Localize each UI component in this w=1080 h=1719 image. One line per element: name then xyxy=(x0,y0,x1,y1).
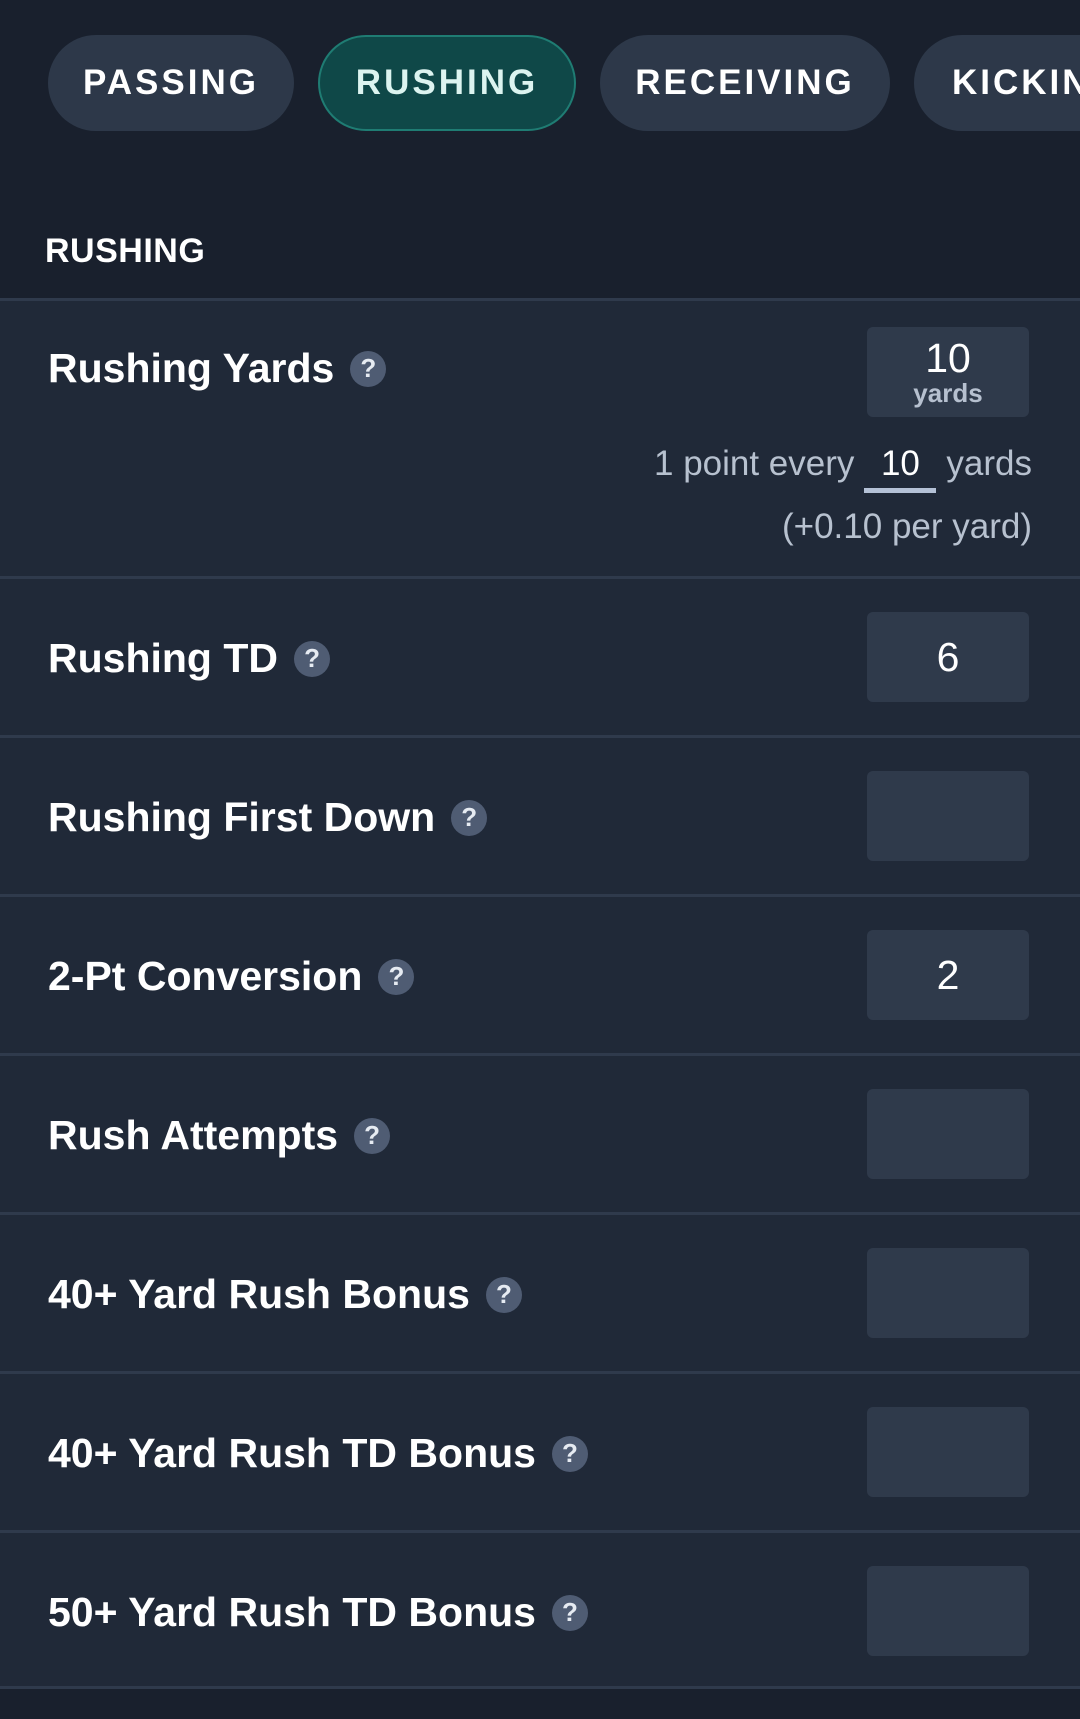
setting-label-text: 50+ Yard Rush TD Bonus xyxy=(48,1589,536,1635)
setting-row-50-yard-rush-td-bonus: 50+ Yard Rush TD Bonus ? xyxy=(0,1530,1080,1686)
points-rate-line: 1 point every 10 yards xyxy=(654,444,1032,493)
question-mark-icon[interactable]: ? xyxy=(354,1117,391,1154)
setting-row-rushing-first-down: Rushing First Down ? xyxy=(0,735,1080,894)
rushing-td-input[interactable]: 6 xyxy=(867,612,1029,702)
question-mark-icon[interactable]: ? xyxy=(378,958,415,995)
divider xyxy=(0,1686,1080,1689)
rate-prefix: 1 point every xyxy=(654,444,855,483)
40-yard-rush-bonus-input[interactable] xyxy=(867,1248,1029,1338)
setting-label-text: 40+ Yard Rush TD Bonus xyxy=(48,1430,536,1476)
question-mark-icon[interactable]: ? xyxy=(551,1435,588,1472)
setting-row-40-yard-rush-bonus: 40+ Yard Rush Bonus ? xyxy=(0,1212,1080,1371)
question-mark-icon[interactable]: ? xyxy=(485,1276,522,1313)
setting-row-rushing-td: Rushing TD ? 6 xyxy=(0,576,1080,735)
setting-label-text: 2-Pt Conversion xyxy=(48,953,363,999)
question-mark-icon[interactable]: ? xyxy=(350,350,387,387)
setting-row-rush-attempts: Rush Attempts ? xyxy=(0,1053,1080,1212)
per-yard-note: (+0.10 per yard) xyxy=(782,507,1032,546)
setting-label-text: Rushing TD xyxy=(48,635,279,681)
setting-label-rushing-yards: Rushing Yards ? xyxy=(48,345,387,392)
setting-label-50-yard-rush-td-bonus: 50+ Yard Rush TD Bonus ? xyxy=(48,1589,588,1636)
section-title: RUSHING xyxy=(45,232,206,270)
tab-receiving[interactable]: RECEIVING xyxy=(600,35,890,131)
setting-label-text: Rushing First Down xyxy=(48,794,436,840)
setting-label-text: Rush Attempts xyxy=(48,1112,339,1158)
question-mark-icon[interactable]: ? xyxy=(294,640,331,677)
setting-label-rush-attempts: Rush Attempts ? xyxy=(48,1112,391,1159)
tab-kicking[interactable]: KICKIN xyxy=(914,35,1080,131)
tab-rushing[interactable]: RUSHING xyxy=(318,35,576,131)
yards-per-point-input[interactable]: 10 xyxy=(864,444,937,493)
question-mark-icon[interactable]: ? xyxy=(551,1594,588,1631)
50-yard-rush-td-bonus-input[interactable] xyxy=(867,1566,1029,1656)
setting-label-40-yard-rush-td-bonus: 40+ Yard Rush TD Bonus ? xyxy=(48,1430,588,1477)
40-yard-rush-td-bonus-input[interactable] xyxy=(867,1407,1029,1497)
question-mark-icon[interactable]: ? xyxy=(451,799,488,836)
input-value: 6 xyxy=(936,634,960,680)
setting-row-2pt-conversion: 2-Pt Conversion ? 2 xyxy=(0,894,1080,1053)
input-unit: yards xyxy=(913,378,983,408)
stat-category-tabs: PASSING RUSHING RECEIVING KICKIN xyxy=(48,35,1080,131)
setting-label-rushing-first-down: Rushing First Down ? xyxy=(48,794,488,841)
rushing-first-down-input[interactable] xyxy=(867,771,1029,861)
rushing-yards-input[interactable]: 10 yards xyxy=(867,327,1029,417)
2pt-conversion-input[interactable]: 2 xyxy=(867,930,1029,1020)
setting-row-40-yard-rush-td-bonus: 40+ Yard Rush TD Bonus ? xyxy=(0,1371,1080,1530)
input-value: 10 xyxy=(925,335,971,381)
rush-attempts-input[interactable] xyxy=(867,1089,1029,1179)
setting-label-text: Rushing Yards xyxy=(48,345,335,391)
setting-label-2pt-conversion: 2-Pt Conversion ? xyxy=(48,953,415,1000)
setting-label-rushing-td: Rushing TD ? xyxy=(48,635,331,682)
rate-suffix: yards xyxy=(946,444,1032,483)
setting-label-40-yard-rush-bonus: 40+ Yard Rush Bonus ? xyxy=(48,1271,522,1318)
setting-row-rushing-yards: Rushing Yards ? 10 yards 1 point every 1… xyxy=(0,298,1080,576)
setting-label-text: 40+ Yard Rush Bonus xyxy=(48,1271,470,1317)
tab-passing[interactable]: PASSING xyxy=(48,35,294,131)
input-value: 2 xyxy=(936,952,960,998)
